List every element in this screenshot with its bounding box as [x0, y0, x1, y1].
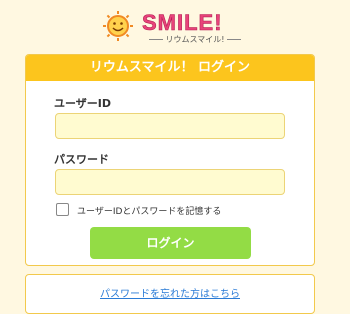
forgot-password-link[interactable]: パスワードを忘れた方はこちら: [26, 285, 314, 300]
remember-checkbox[interactable]: [56, 203, 69, 216]
logo-subtitle: リウムスマイル!: [142, 34, 248, 45]
remember-label[interactable]: ユーザーIDとパスワードを記憶する: [77, 204, 221, 217]
password-label: パスワード: [54, 153, 109, 166]
login-button[interactable]: ログイン: [90, 227, 251, 259]
login-card: リウムスマイル！ ログイン ユーザーID パスワード ユーザーIDとパスワードを…: [25, 54, 315, 266]
brand-logo: SMILE! リウムスマイル!: [98, 6, 248, 50]
userid-label: ユーザーID: [54, 97, 112, 110]
login-title: リウムスマイル！ ログイン: [26, 55, 314, 81]
forgot-password-card: パスワードを忘れた方はこちら: [25, 274, 315, 314]
userid-input[interactable]: [55, 113, 285, 139]
logo-text: SMILE!: [142, 10, 223, 35]
password-input[interactable]: [55, 169, 285, 195]
